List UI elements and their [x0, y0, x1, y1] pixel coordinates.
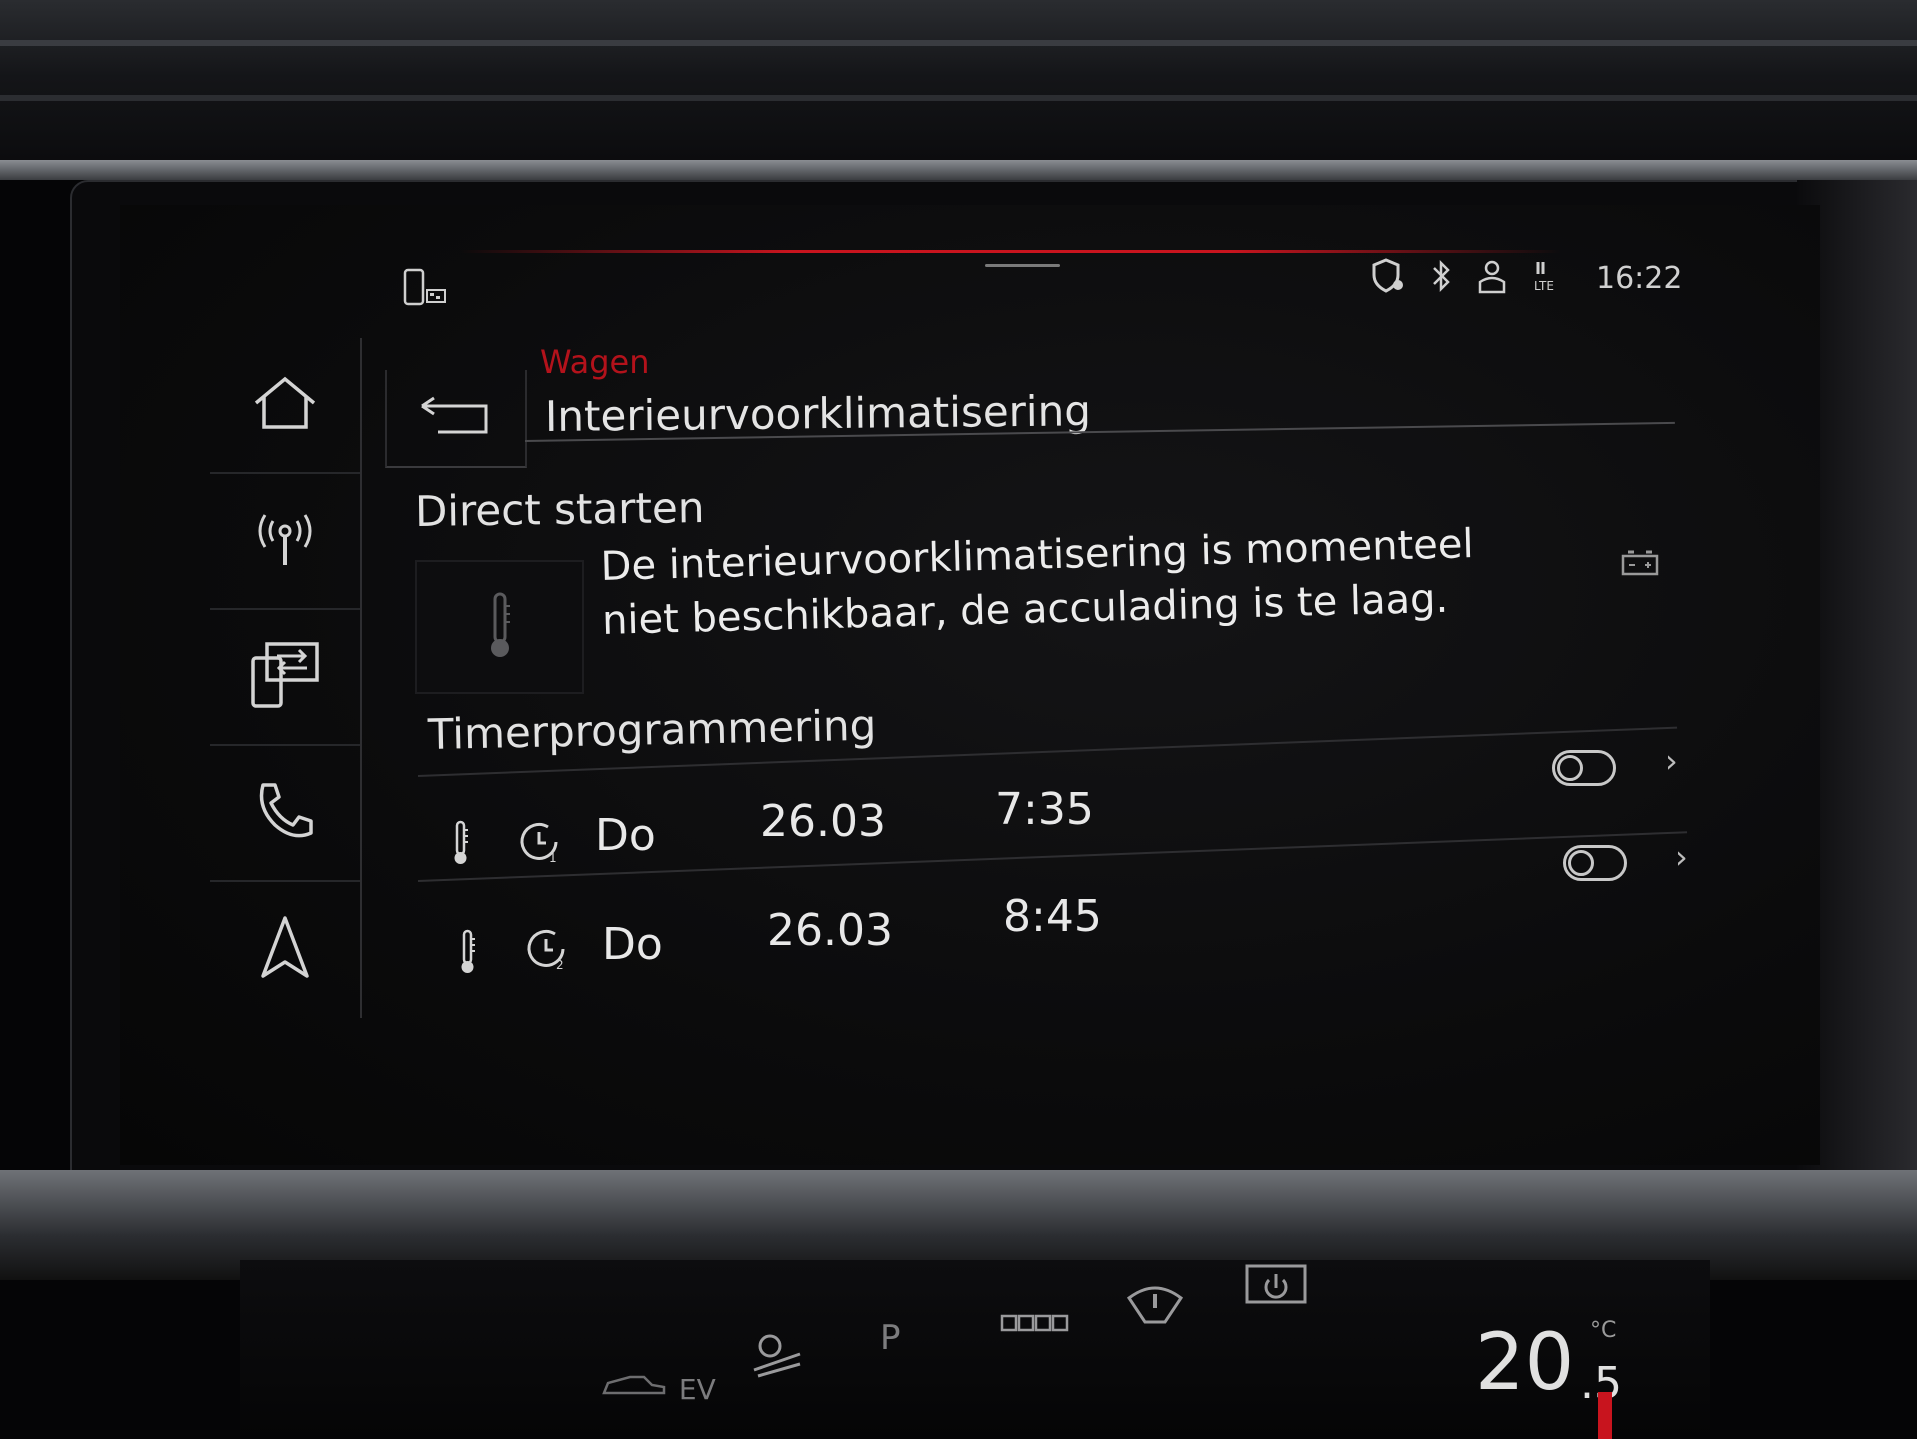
- timer-toggle[interactable]: [1563, 845, 1627, 881]
- svg-text:LTE: LTE: [1534, 279, 1554, 293]
- breadcrumb[interactable]: Wagen: [540, 343, 649, 381]
- park-label: P: [880, 1318, 901, 1358]
- dashboard-trim: [0, 160, 1917, 180]
- timer-toggle[interactable]: [1552, 750, 1616, 786]
- battery-icon: [1620, 548, 1660, 582]
- timer-row-1[interactable]: 1 Do 26.03 7:35 ›: [440, 742, 1700, 865]
- timer-clock-icon: 1: [518, 820, 562, 868]
- ev-mode-button[interactable]: EV: [600, 1365, 716, 1406]
- accent-line: [460, 250, 1560, 253]
- timer-time: 8:45: [1003, 891, 1102, 942]
- timer-date: 26.03: [760, 796, 886, 847]
- status-bar: LTE 16:22: [1370, 258, 1682, 298]
- phone-transfer-icon: [249, 640, 321, 714]
- thermometer-icon: [487, 590, 513, 664]
- clock: 16:22: [1596, 260, 1683, 296]
- sidebar-item-media[interactable]: [210, 610, 360, 746]
- temperature-unit: °C: [1590, 1318, 1617, 1343]
- section-heading-timer: Timerprogrammering: [427, 700, 877, 759]
- sensor-button[interactable]: [1000, 1310, 1070, 1347]
- thermometer-icon: [459, 929, 477, 979]
- park-assist-button[interactable]: P: [880, 1318, 901, 1358]
- back-button[interactable]: [385, 370, 527, 468]
- temperature-display[interactable]: 20: [1475, 1318, 1574, 1408]
- car-icon: [602, 1375, 666, 1395]
- side-navigation: [210, 338, 362, 1018]
- sidebar-item-navigation[interactable]: [210, 882, 360, 1016]
- chevron-right-icon[interactable]: ›: [1665, 742, 1678, 780]
- timer-time: 7:35: [995, 784, 1094, 835]
- svg-text:2: 2: [556, 958, 564, 971]
- radio-antenna-icon: [255, 509, 315, 573]
- timer-day: Do: [602, 919, 663, 970]
- chevron-right-icon[interactable]: ›: [1675, 838, 1688, 876]
- shield-location-icon: [1370, 257, 1406, 299]
- hill-descent-button[interactable]: [750, 1330, 804, 1387]
- lte-icon: LTE: [1532, 258, 1566, 298]
- bluetooth-icon: [1430, 258, 1452, 298]
- esc-off-button[interactable]: [1125, 1278, 1185, 1343]
- phone-handset-icon: [253, 779, 317, 847]
- section-heading-direct-start: Direct starten: [414, 482, 705, 536]
- timer-clock-icon: 2: [525, 927, 569, 975]
- vent-slat: [0, 95, 1917, 101]
- parking-sensor-icon: [1000, 1314, 1069, 1332]
- temperature-indicator: [1598, 1392, 1612, 1439]
- hill-descent-icon: [753, 1334, 801, 1378]
- user-icon: [1476, 258, 1508, 298]
- sidebar-item-home[interactable]: [210, 338, 360, 474]
- start-stop-button[interactable]: [1245, 1262, 1309, 1319]
- ev-label: EV: [678, 1373, 716, 1406]
- sidebar-item-phone[interactable]: [210, 746, 360, 882]
- navigation-arrow-icon: [259, 914, 311, 984]
- svg-text:1: 1: [549, 851, 557, 864]
- power-icon: [1245, 1264, 1307, 1304]
- sidebar-item-radio[interactable]: [210, 474, 360, 610]
- timer-day: Do: [595, 810, 656, 861]
- back-arrow-icon: [416, 394, 496, 442]
- infotainment-screen: [120, 205, 1820, 1165]
- vent-slat: [0, 40, 1917, 46]
- timer-date: 26.03: [767, 905, 893, 956]
- phone-connect-icon[interactable]: [403, 268, 451, 308]
- pull-down-handle[interactable]: [985, 264, 1060, 267]
- toggle-knob: [1568, 850, 1594, 876]
- home-icon: [252, 375, 318, 435]
- toggle-knob: [1557, 755, 1583, 781]
- thermometer-icon: [452, 820, 470, 870]
- esc-off-icon: [1126, 1286, 1184, 1324]
- direct-start-button[interactable]: [415, 560, 584, 694]
- dashboard-top: [0, 0, 1917, 170]
- timer-row-2[interactable]: 2 Do 26.03 8:45 ›: [445, 838, 1705, 973]
